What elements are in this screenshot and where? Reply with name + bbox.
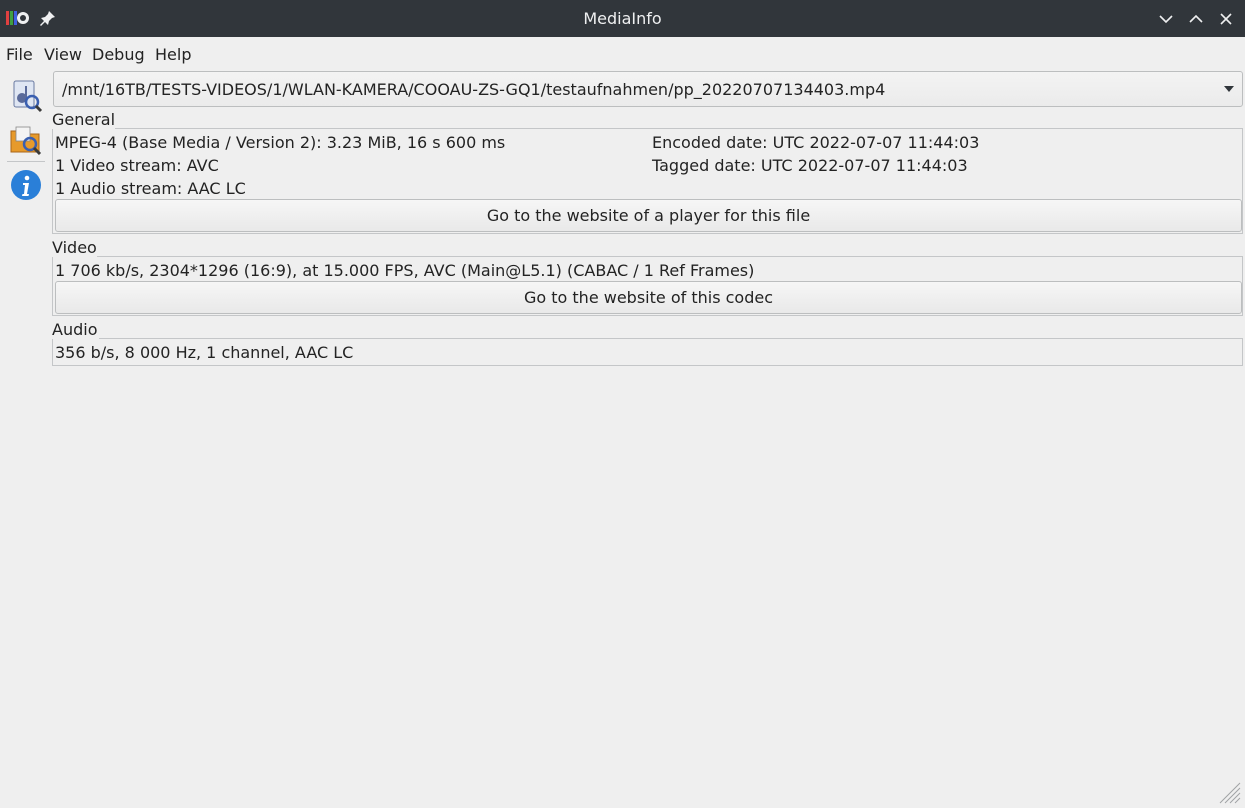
menu-debug[interactable]: Debug <box>92 45 145 64</box>
close-icon[interactable] <box>1216 9 1236 29</box>
video-stream-line: 1 706 kb/s, 2304*1296 (16:9), at 15.000 … <box>55 261 755 280</box>
group-border <box>97 256 1242 257</box>
general-audio-streams-line: 1 Audio stream: AAC LC <box>55 179 246 198</box>
open-folder-icon[interactable] <box>8 122 44 158</box>
general-format-line: MPEG-4 (Base Media / Version 2): 3.23 Mi… <box>55 133 506 152</box>
window-title: MediaInfo <box>583 9 662 28</box>
toolbar-separator <box>7 161 45 162</box>
minimize-icon[interactable] <box>1156 9 1176 29</box>
general-group-title: General <box>52 110 116 129</box>
group-border <box>113 128 1242 129</box>
chevron-down-icon[interactable] <box>1224 86 1234 93</box>
video-group-title: Video <box>52 238 97 257</box>
tagged-date-line: Tagged date: UTC 2022-07-07 11:44:03 <box>652 156 968 175</box>
group-border <box>99 338 1242 339</box>
file-path-dropdown[interactable]: /mnt/16TB/TESTS-VIDEOS/1/WLAN-KAMERA/COO… <box>53 71 1243 107</box>
open-file-icon[interactable] <box>8 78 44 114</box>
audio-group-title: Audio <box>52 320 98 339</box>
menu-bar: File View Debug Help <box>0 37 1245 70</box>
resize-grip-icon[interactable] <box>1216 779 1242 805</box>
window-titlebar[interactable]: MediaInfo <box>0 0 1245 37</box>
menu-file[interactable]: File <box>6 45 33 64</box>
menu-view[interactable]: View <box>44 45 82 64</box>
player-website-button[interactable]: Go to the website of a player for this f… <box>55 199 1242 232</box>
encoded-date-line: Encoded date: UTC 2022-07-07 11:44:03 <box>652 133 980 152</box>
general-video-streams-line: 1 Video stream: AVC <box>55 156 219 175</box>
codec-website-button[interactable]: Go to the website of this codec <box>55 281 1242 314</box>
audio-stream-line: 356 b/s, 8 000 Hz, 1 channel, AAC LC <box>55 343 354 362</box>
about-info-icon[interactable] <box>8 167 44 203</box>
file-path-text: /mnt/16TB/TESTS-VIDEOS/1/WLAN-KAMERA/COO… <box>62 80 886 99</box>
menu-help[interactable]: Help <box>155 45 191 64</box>
side-toolbar <box>0 72 50 212</box>
maximize-icon[interactable] <box>1186 9 1206 29</box>
